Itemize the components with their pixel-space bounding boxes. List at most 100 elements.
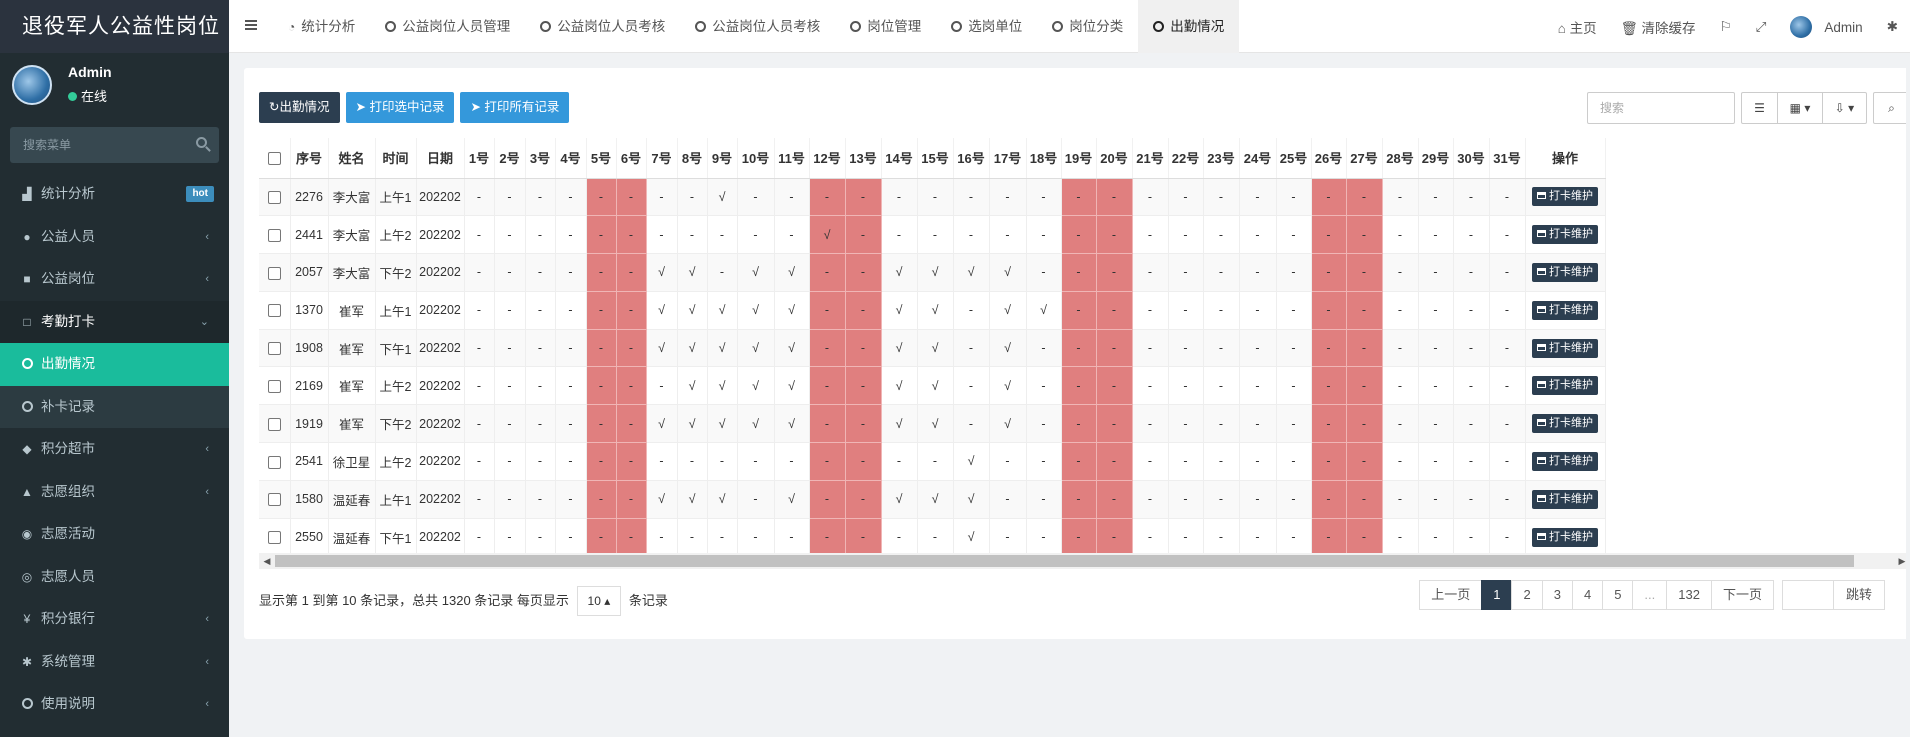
jump-page-input[interactable]	[1781, 580, 1834, 610]
select-all-checkbox[interactable]	[267, 152, 281, 166]
home-link[interactable]: ⌂ 主页	[1546, 17, 1609, 37]
column-header[interactable]: 15号	[917, 138, 954, 179]
maintain-punch-button[interactable]: 打卡维护	[1532, 414, 1598, 434]
sidebar-item-volunteer-activity[interactable]: ◉ 志愿活动	[0, 513, 229, 556]
sidebar-item-makeup-records[interactable]: 补卡记录	[0, 385, 229, 428]
page-button[interactable]: 3	[1541, 580, 1573, 610]
sidebar-search-input[interactable]	[10, 127, 219, 163]
scroll-left-icon[interactable]: ◀	[259, 553, 275, 569]
column-header[interactable]: 30号	[1453, 138, 1490, 179]
print-selected-button[interactable]: ➤ 打印选中记录	[345, 92, 455, 123]
row-checkbox[interactable]	[267, 531, 281, 545]
sidebar-item-attendance-status[interactable]: 出勤情况	[0, 343, 229, 386]
column-header[interactable]: 7号	[646, 138, 678, 179]
page-size-select[interactable]: 10 ▴	[576, 586, 622, 616]
row-checkbox[interactable]	[267, 342, 281, 356]
next-page-button[interactable]: 下一页	[1710, 580, 1774, 610]
sidebar-item-help[interactable]: 使用说明 ‹	[0, 683, 229, 726]
table-row[interactable]: 2169 崔军 上午2 202202- - - - - - - √ √ √ √ - - √ √ - √ - - - - - - - -…	[259, 366, 1606, 406]
table-row[interactable]: 2541 徐卫星 上午2 202202- - - - - - - - - - - - - - - √ - - - - - - - -…	[259, 442, 1606, 481]
row-checkbox[interactable]	[267, 191, 281, 204]
language-icon[interactable]: ⚐	[1708, 19, 1744, 35]
column-header[interactable]: 14号	[881, 138, 918, 179]
column-header[interactable]: 日期	[416, 138, 465, 179]
column-header[interactable]: 2号	[494, 138, 526, 179]
tab-staff-assessment[interactable]: 公益岗位人员考核	[525, 0, 680, 53]
export-dropdown-icon[interactable]: ⇩ ▾	[1822, 92, 1867, 124]
column-header[interactable]: 28号	[1382, 138, 1419, 179]
tab-staff-assessment-2[interactable]: 公益岗位人员考核	[680, 0, 835, 53]
sidebar-item-points-market[interactable]: ◆ 积分超市 ‹	[0, 428, 229, 471]
search-icon[interactable]	[196, 137, 207, 148]
tab-employer[interactable]: 选岗单位	[936, 0, 1037, 53]
column-header[interactable]: 18号	[1026, 138, 1062, 179]
column-header[interactable]: 11号	[774, 138, 810, 179]
table-row[interactable]: 1370 崔军 上午1 202202- - - - - - √ √ √ √ √ - - √ √ - √ √ - - - - - - -…	[259, 291, 1606, 330]
column-header[interactable]: 操作	[1525, 138, 1606, 179]
column-header[interactable]: 3号	[525, 138, 556, 179]
jump-button[interactable]: 跳转	[1832, 580, 1885, 610]
column-header[interactable]: 23号	[1203, 138, 1240, 179]
page-button[interactable]: 2	[1511, 580, 1543, 610]
table-row[interactable]: 2276 李大富 上午1 202202- - - - - - - - √ - - - - - - - - - - - - - - -…	[259, 178, 1606, 217]
column-header[interactable]: 13号	[845, 138, 882, 179]
sidebar-item-system[interactable]: ✱ 系统管理 ‹	[0, 641, 229, 684]
maintain-punch-button[interactable]: 打卡维护	[1532, 376, 1598, 396]
table-row[interactable]: 2441 李大富 上午2 202202- - - - - - - - - - - √ - - - - - - - - - - - -…	[259, 215, 1606, 255]
column-header[interactable]: 24号	[1239, 138, 1277, 179]
maintain-punch-button[interactable]: 打卡维护	[1532, 527, 1598, 547]
page-button[interactable]: 5	[1602, 580, 1634, 610]
table-row[interactable]: 1908 崔军 下午1 202202- - - - - - √ √ √ √ √ - - √ √ - √ - - - - - - - -…	[259, 329, 1606, 368]
column-header[interactable]: 1号	[464, 138, 495, 179]
toggle-view-icon[interactable]: ☰	[1741, 92, 1778, 124]
row-checkbox[interactable]	[267, 455, 281, 469]
column-header[interactable]: 19号	[1061, 138, 1097, 179]
column-header[interactable]: 17号	[989, 138, 1027, 179]
column-header[interactable]: 时间	[375, 138, 417, 179]
row-checkbox[interactable]	[267, 266, 281, 280]
maintain-punch-button[interactable]: 打卡维护	[1532, 451, 1598, 471]
tab-post-management[interactable]: 岗位管理	[835, 0, 936, 53]
maintain-punch-button[interactable]: 打卡维护	[1532, 300, 1598, 320]
sidebar-item-volunteers[interactable]: ◎ 志愿人员	[0, 556, 229, 599]
column-header[interactable]: 22号	[1168, 138, 1204, 179]
column-header[interactable]: 26号	[1311, 138, 1347, 179]
scrollbar-thumb[interactable]	[275, 555, 1854, 567]
tab-stats[interactable]: ◔ 统计分析	[273, 0, 370, 53]
maintain-punch-button[interactable]: 打卡维护	[1532, 489, 1598, 509]
maintain-punch-button[interactable]: 打卡维护	[1532, 225, 1598, 245]
column-header[interactable]: 4号	[555, 138, 587, 179]
page-button[interactable]: 1	[1481, 580, 1513, 610]
sidebar-item-points-bank[interactable]: ¥ 积分银行 ‹	[0, 598, 229, 641]
column-header[interactable]: 27号	[1346, 138, 1383, 179]
search-icon[interactable]: ⌕	[1873, 92, 1910, 124]
menu-toggle-icon[interactable]	[245, 20, 257, 30]
maintain-punch-button[interactable]: 打卡维护	[1532, 187, 1598, 207]
fullscreen-icon[interactable]: ⤢	[1744, 19, 1779, 35]
page-button[interactable]: 4	[1571, 580, 1604, 610]
column-header[interactable]: 29号	[1418, 138, 1454, 179]
column-header[interactable]: 序号	[290, 138, 329, 179]
user-menu[interactable]: Admin	[1778, 15, 1874, 38]
table-row[interactable]: 1919 崔军 下午2 202202- - - - - - √ √ √ √ √ - - √ √ - √ - - - - - - - -…	[259, 404, 1606, 444]
row-checkbox[interactable]	[267, 379, 281, 393]
column-header[interactable]: 21号	[1132, 138, 1169, 179]
prev-page-button[interactable]: 上一页	[1419, 580, 1483, 610]
table-row[interactable]: 2057 李大富 下午2 202202- - - - - - √ √ - √ √ - - √ √ √ √ - - - - - - -…	[259, 253, 1606, 292]
column-header[interactable]: 5号	[586, 138, 617, 179]
column-header[interactable]: 9号	[707, 138, 738, 179]
horizontal-scrollbar[interactable]: ◀ ▶	[259, 553, 1910, 569]
tab-staff-management[interactable]: 公益岗位人员管理	[370, 0, 525, 53]
row-checkbox[interactable]	[267, 228, 281, 242]
clear-cache-button[interactable]: 🗑︎ 清除缓存	[1609, 17, 1708, 37]
columns-dropdown-icon[interactable]: ▦ ▾	[1777, 92, 1823, 124]
sidebar-item-volunteer-org[interactable]: ▲ 志愿组织 ‹	[0, 471, 229, 514]
column-header[interactable]: 6号	[616, 138, 647, 179]
sidebar-item-stats[interactable]: ▟ 统计分析 hot	[0, 173, 229, 216]
row-checkbox[interactable]	[267, 304, 281, 318]
column-header[interactable]: 16号	[953, 138, 990, 179]
maintain-punch-button[interactable]: 打卡维护	[1532, 338, 1598, 358]
table-search-input[interactable]	[1587, 92, 1735, 124]
gear-icon[interactable]: ✱	[1875, 19, 1910, 35]
column-header[interactable]: 31号	[1489, 138, 1526, 179]
